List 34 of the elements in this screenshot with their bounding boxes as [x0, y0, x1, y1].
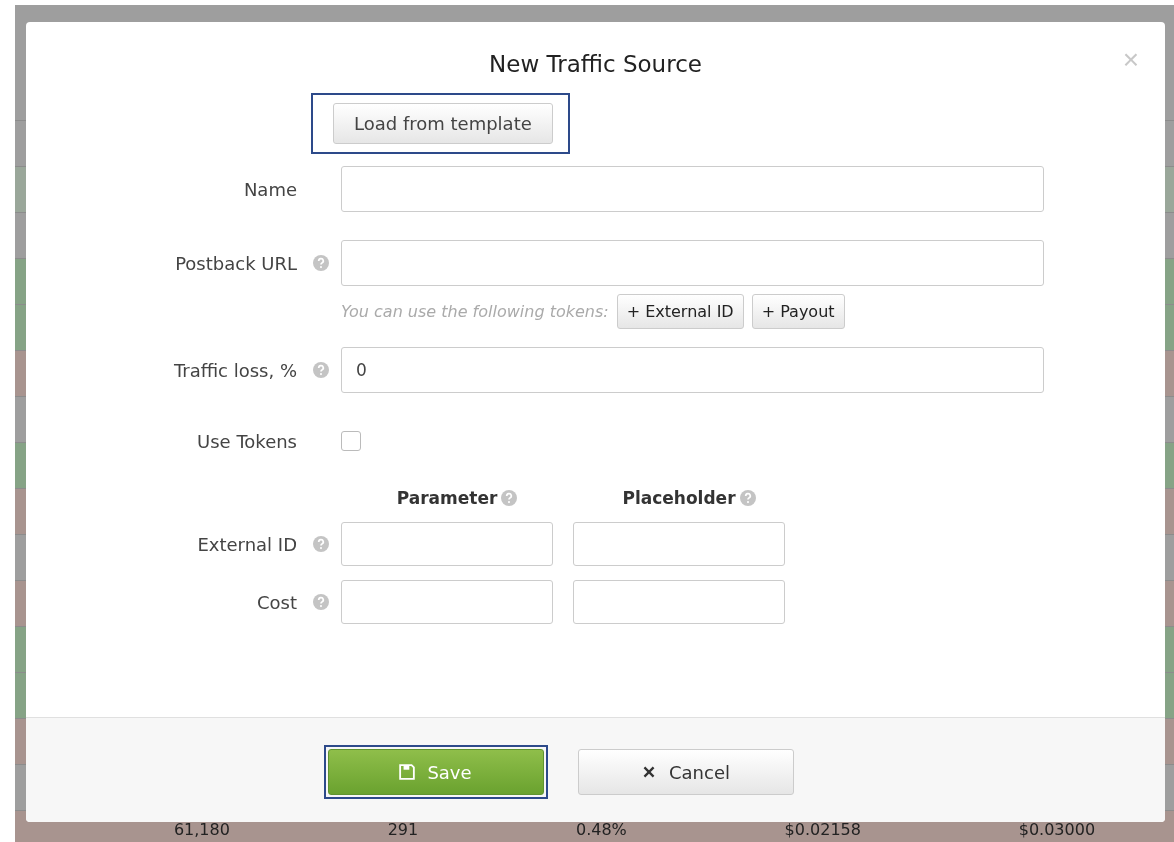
- dialog-title: New Traffic Source: [489, 51, 702, 77]
- input-field[interactable]: [573, 580, 785, 624]
- input-field[interactable]: [341, 580, 553, 624]
- field-label: Cost: [256, 591, 297, 613]
- column-header: Parameter: [396, 488, 498, 508]
- column-header: Placeholder: [622, 488, 736, 508]
- close-icon: [641, 764, 657, 780]
- field-label: Use Tokens: [197, 430, 297, 452]
- input-field[interactable]: 0: [341, 347, 1044, 393]
- field-label: Postback URL: [175, 252, 297, 274]
- table-cell: $0.03000: [1018, 820, 1096, 840]
- token-button[interactable]: + External ID: [616, 294, 744, 329]
- help-icon[interactable]: [501, 490, 518, 506]
- table-cell: 291: [387, 820, 419, 840]
- help-icon[interactable]: [739, 490, 756, 506]
- checkbox[interactable]: [341, 431, 361, 451]
- table-cell: 0.48%: [576, 820, 627, 840]
- field-label: Traffic loss, %: [173, 359, 297, 381]
- table-cell: 61,180: [173, 820, 230, 840]
- cancel-button[interactable]: Cancel: [577, 749, 794, 795]
- help-icon[interactable]: [313, 536, 329, 552]
- field-label: Name: [243, 178, 297, 200]
- hint-text: You can use the following tokens:: [341, 302, 609, 321]
- table-cell: $0.02158: [784, 820, 861, 840]
- input-field[interactable]: [341, 522, 553, 566]
- help-icon[interactable]: [313, 362, 329, 378]
- token-button[interactable]: + Payout: [751, 294, 845, 329]
- input-field[interactable]: [573, 522, 785, 566]
- field-label: External ID: [197, 533, 297, 555]
- help-icon[interactable]: [313, 594, 329, 610]
- input-field[interactable]: [341, 240, 1044, 286]
- input-field[interactable]: [341, 166, 1044, 212]
- help-icon[interactable]: [313, 255, 329, 271]
- template-button[interactable]: Load from template: [333, 102, 553, 144]
